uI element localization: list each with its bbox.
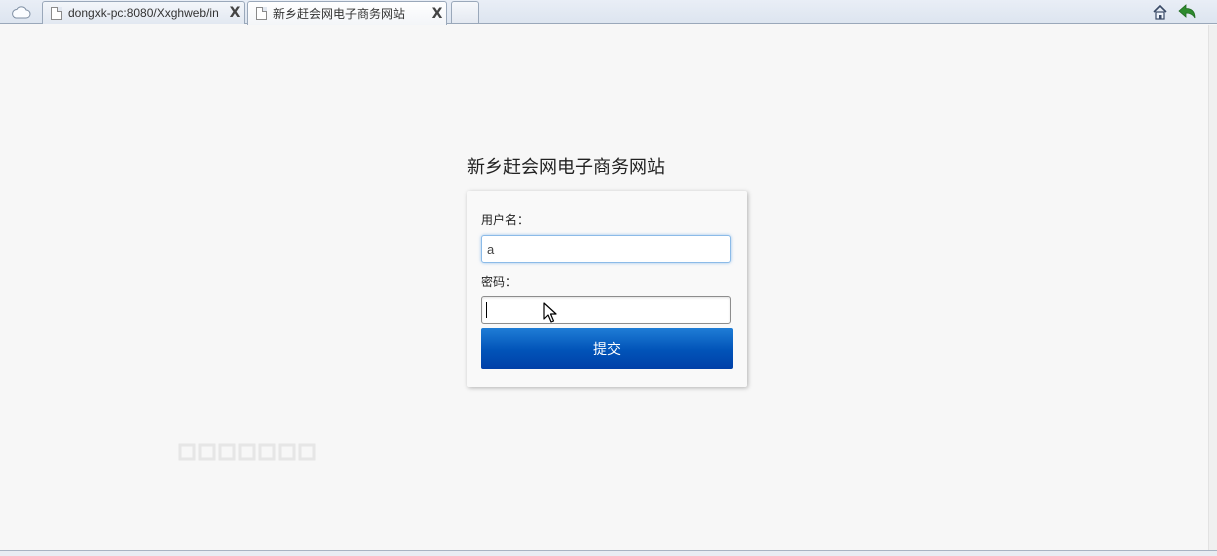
text-caret [486, 302, 487, 318]
browser-tab-strip: dongxk-pc:8080/Xxghweb/in X 新乡赶会网电子商务网站 … [0, 0, 1217, 25]
password-label: 密码： [481, 275, 518, 289]
submit-button[interactable]: 提交 [481, 328, 733, 369]
tab-title: 新乡赶会网电子商务网站 [273, 7, 406, 21]
vertical-scrollbar[interactable] [1208, 25, 1217, 550]
cloud-icon[interactable] [4, 2, 38, 22]
page-icon [256, 7, 267, 20]
tab-site[interactable]: 新乡赶会网电子商务网站 X [247, 1, 447, 25]
home-icon[interactable] [1150, 2, 1170, 22]
page-icon [51, 6, 62, 20]
watermark-pattern [178, 443, 316, 461]
login-form: 用户名： a 密码： 提交 [467, 191, 747, 387]
close-icon[interactable]: X [226, 5, 244, 21]
page-title: 新乡赶会网电子商务网站 [467, 157, 665, 178]
tab-title: dongxk-pc:8080/Xxghweb/in [68, 6, 219, 20]
password-input[interactable] [481, 296, 731, 324]
tab-dongxk[interactable]: dongxk-pc:8080/Xxghweb/in X [42, 1, 245, 24]
status-bar-edge [0, 550, 1217, 556]
username-label: 用户名： [481, 213, 530, 227]
back-arrow-icon[interactable] [1177, 2, 1197, 22]
username-value: a [487, 241, 495, 257]
close-icon[interactable]: X [428, 6, 446, 22]
username-input[interactable]: a [481, 235, 731, 263]
new-tab-button[interactable] [451, 1, 479, 23]
mouse-cursor-icon [543, 302, 557, 323]
